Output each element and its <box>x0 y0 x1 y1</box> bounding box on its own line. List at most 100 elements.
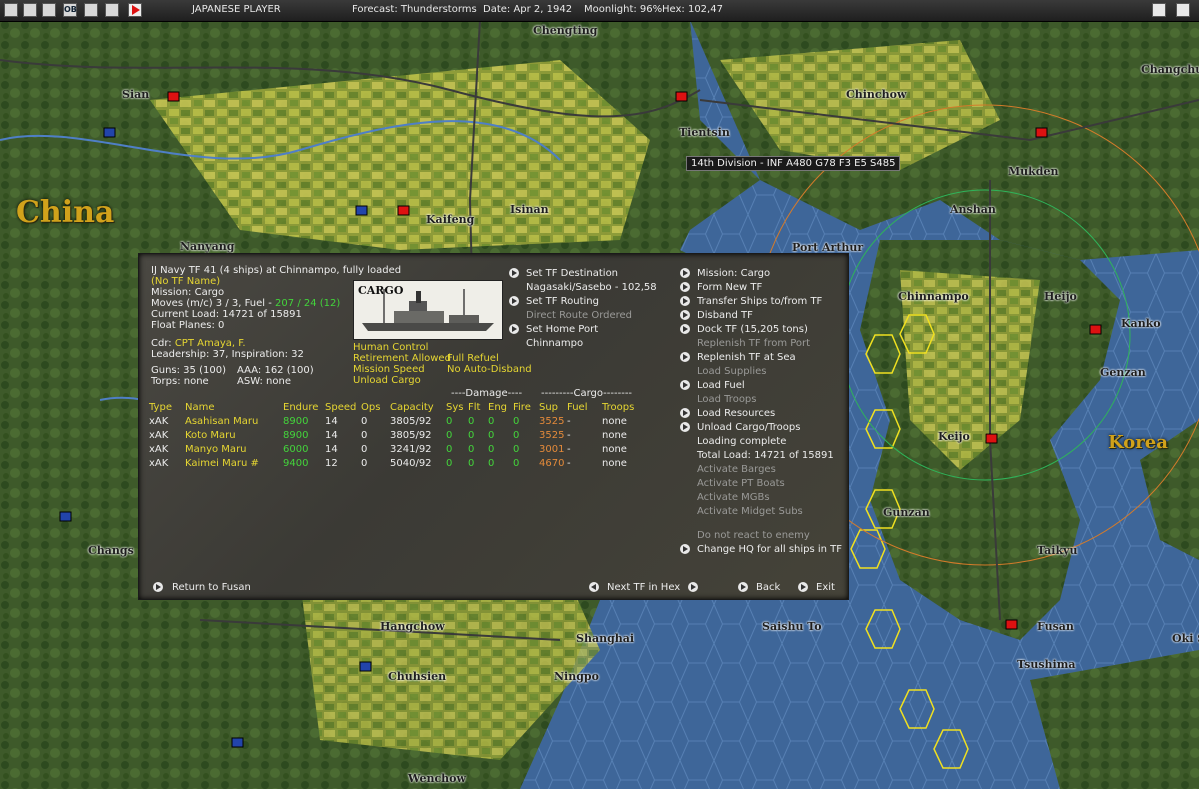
prev-tf-icon[interactable] <box>589 582 599 592</box>
city-label-kanko: Kanko <box>1121 317 1161 330</box>
col-name: Name <box>185 401 215 413</box>
task-force-dialog: IJ Navy TF 41 (4 ships) at Chinnampo, fu… <box>138 253 849 600</box>
city-label-ningpo: Ningpo <box>554 670 599 683</box>
tf-menu-item[interactable]: Load Resources <box>697 408 775 420</box>
map-icon[interactable] <box>4 3 18 17</box>
unload-cargo-toggle[interactable]: Unload Cargo <box>353 375 421 387</box>
col-speed: Speed <box>325 401 357 413</box>
exit-icon <box>798 582 808 592</box>
report-icon[interactable] <box>84 3 98 17</box>
top-bar: OB JAPANESE PLAYER Forecast: Thunderstor… <box>0 0 1199 22</box>
ship-fuel: - <box>567 457 571 469</box>
ship-type: xAK <box>149 429 169 441</box>
tf-menu-item[interactable]: Dock TF (15,205 tons) <box>697 324 808 336</box>
table-row[interactable]: xAK Manyo Maru 6000 14 0 3241/92 0 0 0 0 3001- none <box>149 442 642 456</box>
ship-sup: 4670 <box>539 457 565 469</box>
return-to-port-button[interactable]: Return to Fusan <box>172 582 251 594</box>
ship-ops: 0 <box>361 443 368 455</box>
tf-menu-item: Activate Barges <box>697 464 776 475</box>
city-label-shanghai: Shanghai <box>576 632 635 645</box>
exit-button[interactable]: Exit <box>816 582 835 594</box>
ship-troops: none <box>602 429 627 441</box>
tf-menu-item[interactable]: Loading complete <box>697 436 786 448</box>
moonlight-label: Moonlight: 96% <box>584 4 663 15</box>
city-label-anshan: Anshan <box>950 203 996 216</box>
tf-menu-item[interactable]: Unload Cargo/Troops <box>697 422 800 434</box>
damage-group-header: ----Damage---- <box>451 388 523 399</box>
tf-menu-item[interactable]: Transfer Ships to/from TF <box>697 296 822 308</box>
table-row[interactable]: xAK Koto Maru 8900 14 0 3805/92 0 0 0 0 3525- none <box>149 428 642 442</box>
ship-capacity: 3241/92 <box>390 443 432 455</box>
arrow-icon <box>680 296 690 306</box>
ship-flt: 0 <box>468 429 475 441</box>
arrow-icon <box>680 544 690 554</box>
city-label-oki-s: Oki S <box>1172 632 1199 645</box>
arrow-icon <box>680 310 690 320</box>
set-destination-button[interactable]: Set TF Destination <box>526 268 618 280</box>
ship-speed: 12 <box>325 457 338 469</box>
ship-endure: 6000 <box>283 443 309 455</box>
table-row[interactable]: xAK Kaimei Maru #9400 12 0 5040/92 0 0 0 0 4670- n… <box>149 456 642 470</box>
col-type: Type <box>149 401 172 413</box>
tf-menu-item: Activate Midget Subs <box>697 506 803 517</box>
col-endure: Endure <box>283 401 319 413</box>
change-hq-button[interactable]: Change HQ for all ships in TF <box>697 544 842 556</box>
arrow-icon <box>153 582 163 592</box>
ship-sup: 3525 <box>539 429 565 441</box>
turn-arrow-icon[interactable] <box>128 3 142 17</box>
ship-ops: 0 <box>361 429 368 441</box>
do-not-react-toggle[interactable]: Do not react to enemy <box>697 530 810 542</box>
ship-fire: 0 <box>513 443 520 455</box>
col-fuel: Fuel <box>567 401 588 413</box>
ship-speed: 14 <box>325 443 338 455</box>
arrow-icon <box>509 296 519 306</box>
city-label-chuhsien: Chuhsien <box>388 670 447 683</box>
ship-flt: 0 <box>468 443 475 455</box>
tf-menu-item[interactable]: Mission: Cargo <box>697 268 770 280</box>
city-label-sian: Sian <box>122 88 150 101</box>
table-row[interactable]: xAK Asahisan Maru 8900 14 0 3805/92 0 0 0 0 3525- n… <box>149 414 642 428</box>
tf-leadership: Leadership: 37, Inspiration: 32 <box>151 349 304 360</box>
ship-name[interactable]: Manyo Maru <box>185 442 283 456</box>
next-tf-in-hex-button[interactable]: Next TF in Hex <box>607 582 680 594</box>
ship-name[interactable]: Koto Maru <box>185 428 283 442</box>
close-icon[interactable] <box>1152 3 1166 17</box>
back-button[interactable]: Back <box>756 582 780 594</box>
col-troops: Troops <box>602 401 635 413</box>
ship-name[interactable]: Asahisan Maru <box>185 414 283 428</box>
set-home-port-button[interactable]: Set Home Port <box>526 324 598 336</box>
set-routing-button[interactable]: Set TF Routing <box>526 296 599 308</box>
tf-float-planes: Float Planes: 0 <box>151 320 225 331</box>
ship-sys: 0 <box>446 415 453 427</box>
col-eng: Eng <box>488 401 508 413</box>
ship-eng: 0 <box>488 443 495 455</box>
tf-menu-item[interactable]: Replenish TF at Sea <box>697 352 796 364</box>
arrow-icon <box>680 422 690 432</box>
ship-troops: none <box>602 443 627 455</box>
save-icon[interactable] <box>23 3 37 17</box>
ship-type: xAK <box>149 415 169 427</box>
auto-disband-toggle[interactable]: No Auto-Disband <box>447 364 532 376</box>
next-tf-icon[interactable] <box>688 582 698 592</box>
ship-flt: 0 <box>468 415 475 427</box>
tf-menu-item[interactable]: Load Fuel <box>697 380 745 392</box>
window-icon[interactable] <box>105 3 119 17</box>
ships-table: Type Name Endure Speed Ops Capacity Sys … <box>149 400 642 470</box>
city-label-chinnampo: Chinnampo <box>898 290 969 303</box>
city-label-heijo: Heijo <box>1044 290 1077 303</box>
region-label-korea: Korea <box>1108 432 1168 453</box>
col-sup: Sup <box>539 401 559 413</box>
flag-icon[interactable] <box>1176 3 1190 17</box>
commander-name[interactable]: CPT Amaya, F. <box>175 338 246 349</box>
tf-menu-item[interactable]: Total Load: 14721 of 15891 <box>697 450 834 462</box>
col-capacity: Capacity <box>390 401 434 413</box>
tf-menu-item: Activate PT Boats <box>697 478 785 489</box>
city-label-wenchow: Wenchow <box>408 772 466 785</box>
ship-sys: 0 <box>446 457 453 469</box>
ship-flt: 0 <box>468 457 475 469</box>
tf-menu-item[interactable]: Disband TF <box>697 310 753 322</box>
globe-icon[interactable] <box>42 3 56 17</box>
tf-menu-item[interactable]: Form New TF <box>697 282 762 294</box>
ob-icon[interactable]: OB <box>63 3 77 17</box>
ship-name[interactable]: Kaimei Maru # <box>185 456 283 470</box>
